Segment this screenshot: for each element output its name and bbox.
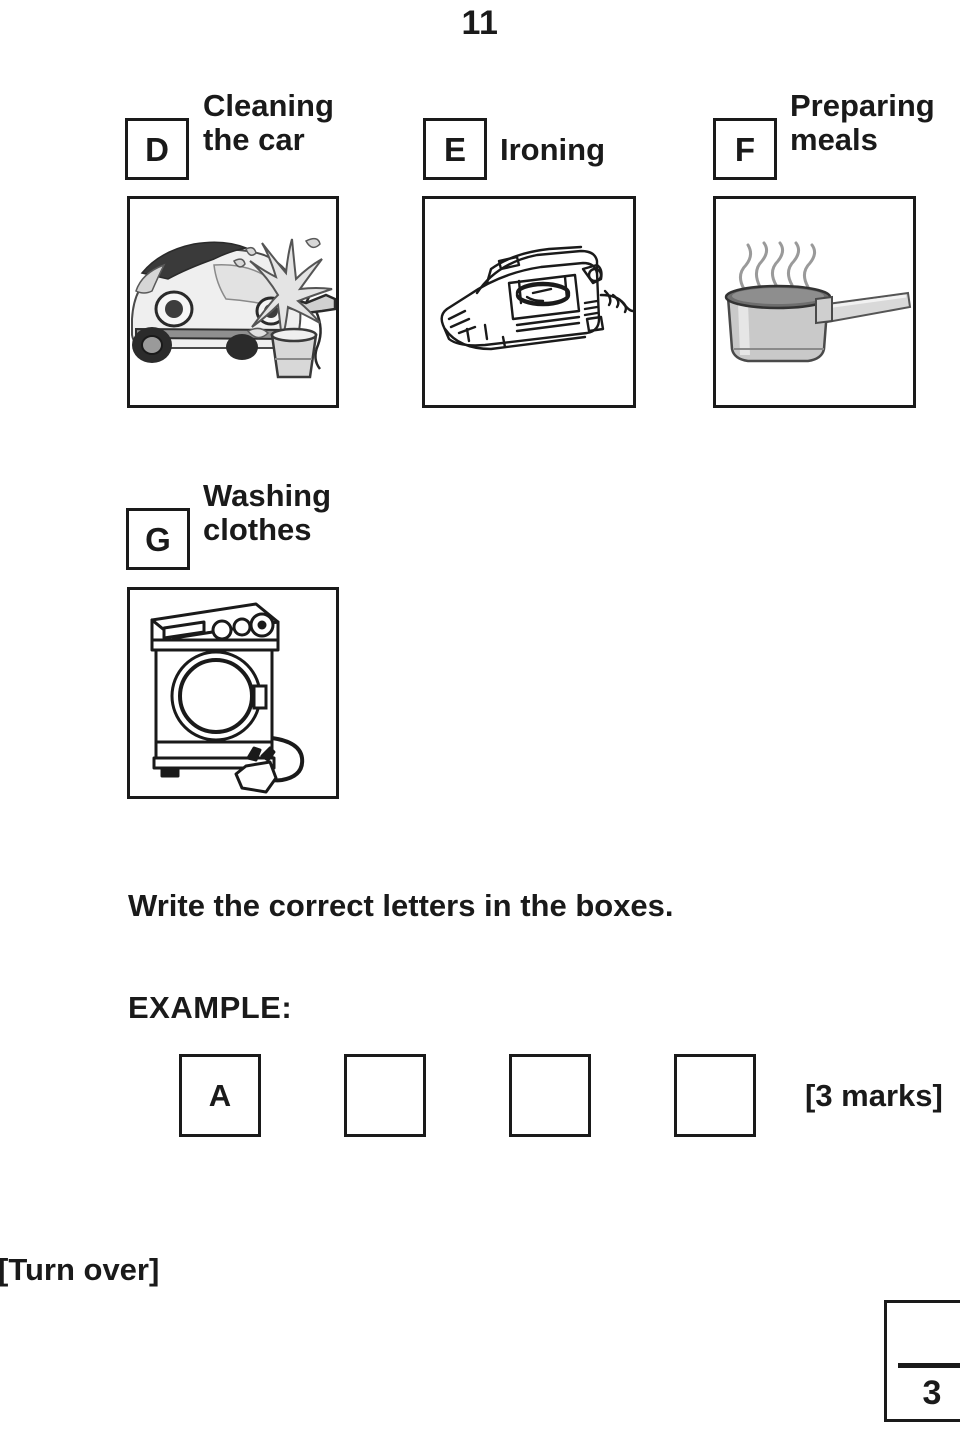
page-number: 11 — [461, 4, 499, 42]
option-label-f: Preparing meals — [790, 88, 935, 157]
option-image-frame-d — [127, 196, 339, 408]
answer-box-1[interactable]: A — [179, 1054, 261, 1137]
turn-over-note: [Turn over] — [0, 1252, 160, 1287]
answer-box-1-value: A — [208, 1078, 232, 1113]
option-label-e: Ironing — [500, 132, 606, 167]
option-label-g: Washing clothes — [203, 478, 332, 547]
exam-page: 11 D Cleaning the car E Ironing F Prepar… — [0, 0, 960, 1430]
car-washing-illustration — [130, 199, 336, 405]
option-label-d: Cleaning the car — [203, 88, 334, 157]
mark-box-value: 3 — [922, 1374, 942, 1412]
option-image-frame-e — [422, 196, 636, 408]
instruction-text: Write the correct letters in the boxes. — [128, 888, 674, 923]
clothes-iron-illustration — [425, 199, 633, 405]
example-label: EXAMPLE: — [128, 990, 293, 1025]
marks-label: [3 marks] — [805, 1078, 943, 1113]
option-letter-d: D — [145, 130, 169, 168]
option-letter-e: E — [443, 130, 466, 168]
answer-box-3[interactable] — [509, 1054, 591, 1137]
washing-machine-illustration — [130, 590, 336, 796]
option-letter-box-e: E — [423, 118, 487, 180]
option-image-frame-f — [713, 196, 916, 408]
option-letter-box-g: G — [126, 508, 190, 570]
option-letter-box-f: F — [713, 118, 777, 180]
saucepan-illustration — [716, 199, 913, 405]
option-letter-g: G — [145, 520, 171, 558]
mark-box-rule — [897, 1363, 960, 1369]
examiner-mark-box: 3 — [884, 1300, 960, 1422]
option-letter-f: F — [734, 130, 756, 168]
answer-box-4[interactable] — [674, 1054, 756, 1137]
option-letter-box-d: D — [125, 118, 189, 180]
answer-box-2[interactable] — [344, 1054, 426, 1137]
option-image-frame-g — [127, 587, 339, 799]
